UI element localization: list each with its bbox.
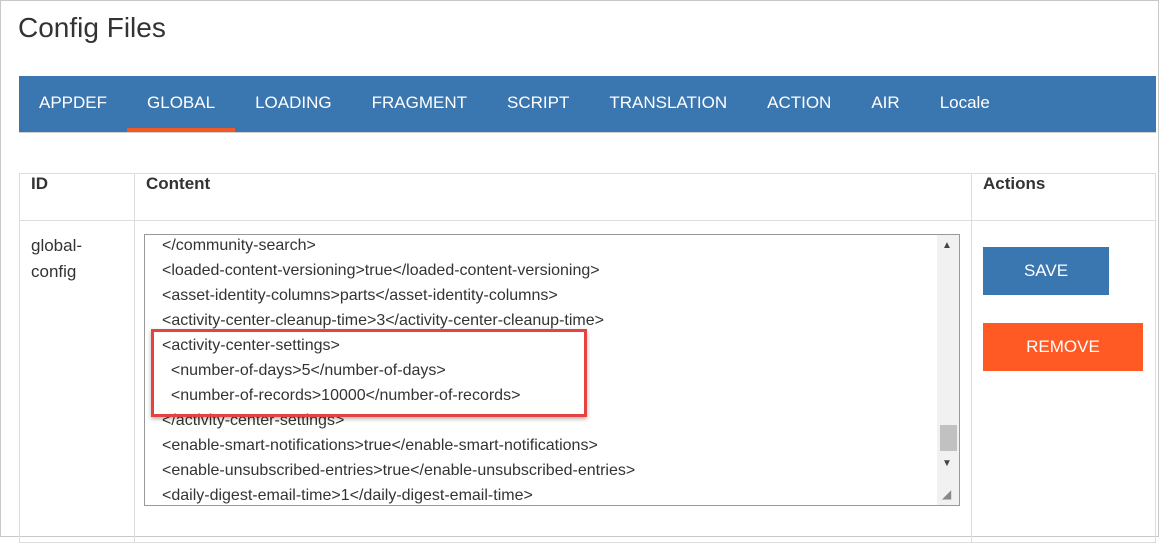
tab-script[interactable]: SCRIPT <box>487 76 589 132</box>
tab-action[interactable]: ACTION <box>747 76 851 132</box>
scroll-up-arrow-icon[interactable]: ▲ <box>942 240 952 251</box>
content-line: <enable-unsubscribed-entries>true</enabl… <box>162 462 636 479</box>
header-content: Content <box>134 173 972 221</box>
table-header-row: ID Content Actions <box>19 173 1156 221</box>
save-button[interactable]: SAVE <box>983 247 1109 295</box>
row-id: global-config <box>19 220 135 543</box>
content-line: <enable-smart-notifications>true</enable… <box>162 437 598 454</box>
scrollbar[interactable]: ▲ ▼ ◢ <box>937 235 959 505</box>
content-line: <loaded-content-versioning>true</loaded-… <box>162 262 600 279</box>
row-id-text: global-config <box>31 236 83 281</box>
tab-global[interactable]: GLOBAL <box>127 76 235 132</box>
tab-appdef[interactable]: APPDEF <box>19 76 127 132</box>
content-line: <asset-identity-columns>parts</asset-ide… <box>162 287 558 304</box>
highlight-box <box>151 329 587 417</box>
tab-translation[interactable]: TRANSLATION <box>589 76 747 132</box>
scroll-down-arrow-icon[interactable]: ▼ <box>942 458 952 469</box>
scrollbar-thumb[interactable] <box>940 425 957 451</box>
tab-locale[interactable]: Locale <box>920 76 1010 132</box>
content-line: <daily-digest-email-time>1</daily-digest… <box>162 487 533 504</box>
content-line: </community-search> <box>162 237 316 254</box>
tab-air[interactable]: AIR <box>851 76 919 132</box>
tab-fragment[interactable]: FRAGMENT <box>352 76 487 132</box>
resize-handle-icon[interactable]: ◢ <box>942 487 951 501</box>
header-actions: Actions <box>971 173 1156 221</box>
tab-bar: APPDEF GLOBAL LOADING FRAGMENT SCRIPT TR… <box>19 76 1156 133</box>
page-title: Config Files <box>18 12 166 43</box>
header-id: ID <box>19 173 135 221</box>
tab-loading[interactable]: LOADING <box>235 76 352 132</box>
remove-button[interactable]: REMOVE <box>983 323 1143 371</box>
